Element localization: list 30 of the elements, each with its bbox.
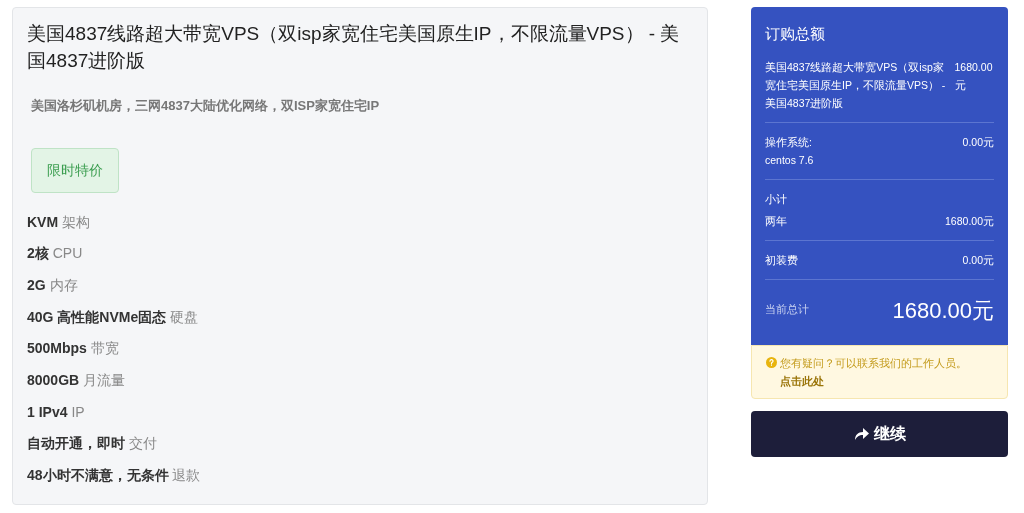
feature-line: 自动开通，即时 交付 (27, 434, 158, 454)
os-price: 0.00元 (962, 134, 994, 150)
feature-line: 48小时不满意，无条件 退款 (27, 466, 202, 486)
share-arrow-icon (853, 426, 870, 441)
summary-title: 订购总额 (765, 24, 826, 44)
product-title: 美国4837线路超大带宽VPS（双isp家宽住宅美国原生IP，不限流量VPS） - 美国4837进阶版 (27, 22, 681, 73)
feature-line: 2G 内存 (27, 275, 79, 295)
help-text: 您有疑问？可以联系我们的工作人员。 点击此处 (780, 355, 968, 389)
setup-fee-price: 0.00元 (962, 252, 994, 268)
feature-line: 8000GB 月流量 (27, 371, 127, 390)
product-name: 美国4837线路超大带宽VPS（双isp家宽住宅美国原生IP，不限流量VPS） - 美国4837进阶版 (765, 59, 947, 111)
os-label: 操作系统: (765, 134, 813, 150)
cycle-price: 1680.00元 (945, 213, 994, 229)
feature-line: 500Mbps 带宽 (27, 339, 120, 359)
feature-line: 40G 高性能NVMe固态 硬盘 (27, 307, 200, 327)
feature-line: 2核 CPU (27, 244, 84, 264)
product-tagline: 美国洛杉矶机房，三网4837大陆优化网络，双ISP家宽住宅IP (31, 97, 381, 115)
question-icon (766, 356, 777, 368)
feature-line: 1 IPv4 IP (27, 402, 86, 422)
billing-cycle: 两年 (765, 213, 787, 229)
promo-badge: 限时特价 (31, 147, 119, 193)
contact-link[interactable]: 点击此处 (780, 374, 824, 387)
continue-button[interactable]: 继续 (751, 410, 1008, 457)
total-label: 当前总计 (765, 302, 809, 318)
feature-line: KVM 架构 (27, 212, 91, 232)
total-amount: 1680.00元 (892, 296, 994, 325)
product-price: 1680.00元 (954, 59, 994, 93)
os-value: centos 7.6 (765, 152, 814, 168)
setup-fee-label: 初装费 (765, 252, 798, 268)
subtotal-label: 小计 (765, 191, 788, 207)
